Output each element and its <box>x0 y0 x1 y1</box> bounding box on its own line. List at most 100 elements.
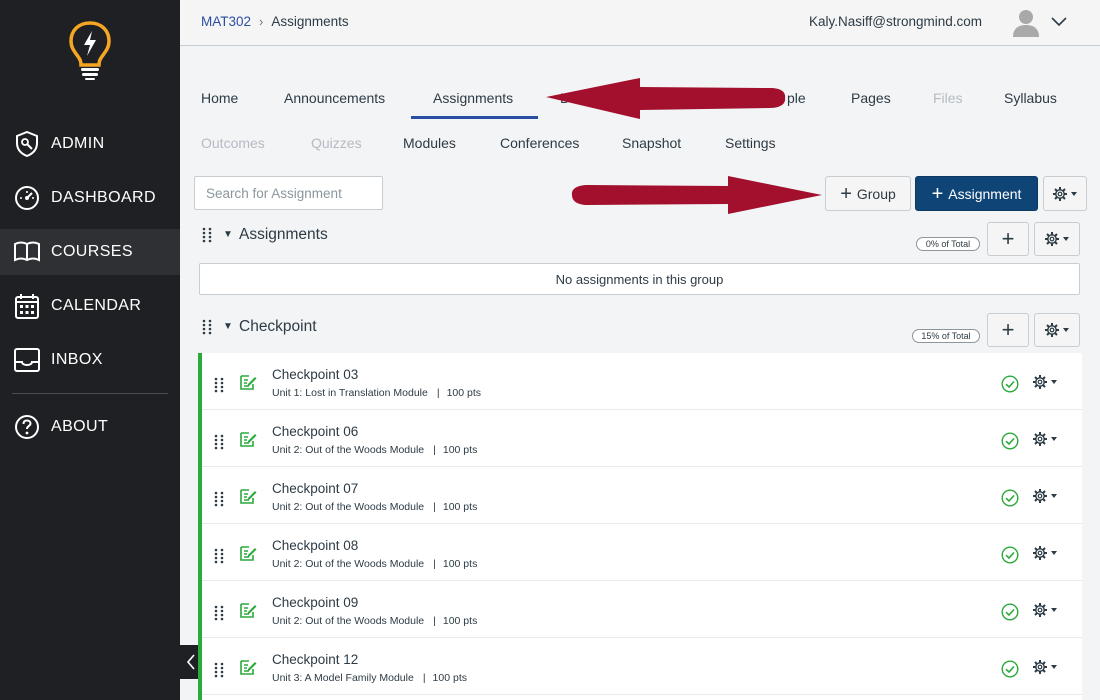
drag-handle-icon[interactable] <box>214 434 224 450</box>
drag-handle-icon[interactable] <box>202 227 212 243</box>
nav-item-about[interactable]: ABOUT <box>0 404 180 450</box>
group-title[interactable]: Assignments <box>239 226 328 244</box>
published-check-icon[interactable] <box>1001 432 1019 450</box>
gear-icon <box>1033 432 1057 446</box>
assignment-row[interactable]: Checkpoint 03 Unit 1: Lost in Translatio… <box>202 353 1082 410</box>
assignment-title[interactable]: Checkpoint 07 <box>272 481 358 496</box>
assignment-points: 100 pts <box>442 501 478 513</box>
breadcrumb: MAT302 › Assignments <box>201 14 349 29</box>
lightbulb-logo-icon[interactable] <box>68 20 112 80</box>
user-email[interactable]: Kaly.Nasiff@strongmind.com <box>809 14 982 29</box>
assignment-title[interactable]: Checkpoint 09 <box>272 595 358 610</box>
tab-modules[interactable]: Modules <box>403 135 456 151</box>
drag-handle-icon[interactable] <box>214 548 224 564</box>
assignment-module: Unit 3: A Model Family Module <box>272 672 414 684</box>
published-check-icon[interactable] <box>1001 546 1019 564</box>
assignment-title[interactable]: Checkpoint 12 <box>272 652 358 667</box>
nav-item-label: ADMIN <box>51 135 105 152</box>
assignment-group-header: ▼ Assignments 0% of Total + <box>194 222 1094 258</box>
meta-separator: | <box>433 558 436 570</box>
meta-separator: | <box>433 501 436 513</box>
add-assignment-button[interactable]: + Assignment <box>915 176 1038 211</box>
assignment-meta: Unit 3: A Model Family Module | 100 pts <box>272 672 467 684</box>
gear-icon <box>1045 232 1069 246</box>
tab-quizzes[interactable]: Quizzes <box>311 135 362 151</box>
tab-conferences[interactable]: Conferences <box>500 135 579 151</box>
assignment-edit-icon <box>240 432 257 447</box>
drag-handle-icon[interactable] <box>214 377 224 393</box>
published-check-icon[interactable] <box>1001 660 1019 678</box>
tab-settings[interactable]: Settings <box>725 135 776 151</box>
published-check-icon[interactable] <box>1001 489 1019 507</box>
assignment-edit-icon <box>240 489 257 504</box>
tab-announcements[interactable]: Announcements <box>284 90 385 106</box>
assignment-points: 100 pts <box>432 672 467 684</box>
settings-menu-button[interactable] <box>1043 176 1087 211</box>
group-title[interactable]: Checkpoint <box>239 318 317 336</box>
nav-item-inbox[interactable]: INBOX <box>0 337 180 383</box>
add-assignment-label: Assignment <box>948 185 1022 202</box>
nav-item-admin[interactable]: ADMIN <box>0 121 180 167</box>
inbox-icon <box>14 347 40 373</box>
assignment-row[interactable]: Checkpoint 08 Unit 2: Out of the Woods M… <box>202 524 1082 581</box>
search-input[interactable] <box>194 176 383 210</box>
gear-icon <box>1045 323 1069 337</box>
plus-icon: + <box>931 182 944 205</box>
tab-syllabus[interactable]: Syllabus <box>1004 90 1057 106</box>
tab-files[interactable]: Files <box>933 90 963 106</box>
assignment-title[interactable]: Checkpoint 06 <box>272 424 358 439</box>
published-check-icon[interactable] <box>1001 603 1019 621</box>
group-settings-button[interactable] <box>1034 222 1080 256</box>
drag-handle-icon[interactable] <box>214 662 224 678</box>
assignment-row[interactable]: Checkpoint 07 Unit 2: Out of the Woods M… <box>202 467 1082 524</box>
row-settings-button[interactable] <box>1032 602 1062 618</box>
assignment-module: Unit 2: Out of the Woods Module <box>272 444 425 456</box>
arrow-left-annotation <box>546 78 786 119</box>
assignment-edit-icon <box>240 603 257 618</box>
assignment-title[interactable]: Checkpoint 08 <box>272 538 358 553</box>
assignment-row[interactable]: Checkpoint 06 Unit 2: Out of the Woods M… <box>202 410 1082 467</box>
tab-outcomes[interactable]: Outcomes <box>201 135 265 151</box>
add-to-group-button[interactable]: + <box>987 313 1029 347</box>
gear-icon <box>1033 375 1057 389</box>
row-settings-button[interactable] <box>1032 659 1062 675</box>
add-group-button[interactable]: + Group <box>825 176 911 211</box>
chevron-down-icon[interactable] <box>1051 15 1067 27</box>
nav-item-dashboard[interactable]: DASHBOARD <box>0 175 180 221</box>
global-nav-sidebar: ADMIN DASHBOARD COURSES CALENDAR INBOX A… <box>0 0 180 700</box>
nav-item-courses[interactable]: COURSES <box>0 229 180 275</box>
caret-down-icon[interactable]: ▼ <box>223 229 233 240</box>
published-check-icon[interactable] <box>1001 375 1019 393</box>
tab-snapshot[interactable]: Snapshot <box>622 135 681 151</box>
tab-people-partial[interactable]: ple <box>787 90 806 106</box>
nav-item-label: INBOX <box>51 351 103 368</box>
help-icon <box>14 414 40 440</box>
gear-icon <box>1053 186 1077 201</box>
calendar-icon <box>14 293 40 319</box>
drag-handle-icon[interactable] <box>202 319 212 335</box>
drag-handle-icon[interactable] <box>214 491 224 507</box>
assignment-title[interactable]: Checkpoint 03 <box>272 367 358 382</box>
caret-down-icon[interactable]: ▼ <box>223 321 233 332</box>
nav-item-label: DASHBOARD <box>51 189 156 206</box>
group-settings-button[interactable] <box>1034 313 1080 347</box>
tab-pages[interactable]: Pages <box>851 90 891 106</box>
assignment-row[interactable]: Checkpoint 09 Unit 2: Out of the Woods M… <box>202 581 1082 638</box>
nav-item-calendar[interactable]: CALENDAR <box>0 283 180 329</box>
row-settings-button[interactable] <box>1032 488 1062 504</box>
row-settings-button[interactable] <box>1032 545 1062 561</box>
row-settings-button[interactable] <box>1032 431 1062 447</box>
tab-discussions-partial[interactable]: D <box>560 90 570 106</box>
tab-assignments[interactable]: Assignments <box>433 90 513 106</box>
drag-handle-icon[interactable] <box>214 605 224 621</box>
assignment-meta: Unit 2: Out of the Woods Module | 100 pts <box>272 558 477 570</box>
row-settings-button[interactable] <box>1032 374 1062 390</box>
tab-home[interactable]: Home <box>201 90 238 106</box>
assignment-edit-icon <box>240 660 257 675</box>
assignment-row[interactable]: Checkpoint 12 Unit 3: A Model Family Mod… <box>202 638 1082 695</box>
nav-item-label: COURSES <box>51 243 133 260</box>
arrow-right-annotation <box>571 176 822 214</box>
avatar[interactable] <box>1011 7 1041 37</box>
add-to-group-button[interactable]: + <box>987 222 1029 256</box>
breadcrumb-course-link[interactable]: MAT302 <box>201 14 251 29</box>
